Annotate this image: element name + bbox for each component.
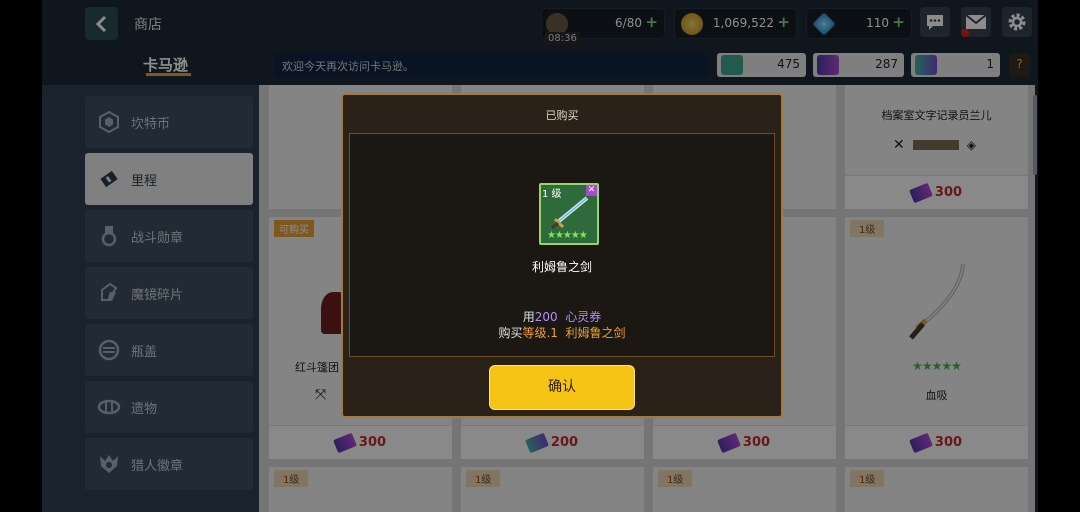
shop-screen: 商店 6/80 + 08:36 1,069,522 + 110 + 卡马逊 欢迎…: [0, 0, 1080, 512]
cost-prefix: 用: [522, 310, 535, 324]
purchase-item: 利姆鲁之剑: [565, 326, 626, 340]
purchase-line: 购买等级.1 利姆鲁之剑: [350, 324, 774, 341]
star-rating: ★★★★★: [547, 230, 588, 241]
confirm-button[interactable]: 确认: [489, 365, 635, 410]
sword-icon: [551, 196, 589, 229]
purchase-dialog: 已购买 1 级 ✕ ★★★★★ 利姆鲁之剑 用200 心灵券 购买等级.1 利姆…: [341, 93, 783, 418]
cost-amount: 200: [534, 310, 558, 324]
cost-currency: 心灵券: [565, 310, 602, 324]
purchase-prefix: 购买: [498, 326, 523, 340]
cost-line: 用200 心灵券: [350, 308, 774, 325]
purchase-level: 等级.1: [522, 326, 558, 340]
dialog-title: 已购买: [545, 109, 579, 122]
purchased-item-slot: 1 级 ✕ ★★★★★: [539, 183, 599, 245]
dialog-body: 1 级 ✕ ★★★★★ 利姆鲁之剑 用200 心灵券 购买等级.1 利姆鲁之剑: [349, 133, 775, 357]
item-name: 利姆鲁之剑: [531, 260, 592, 274]
